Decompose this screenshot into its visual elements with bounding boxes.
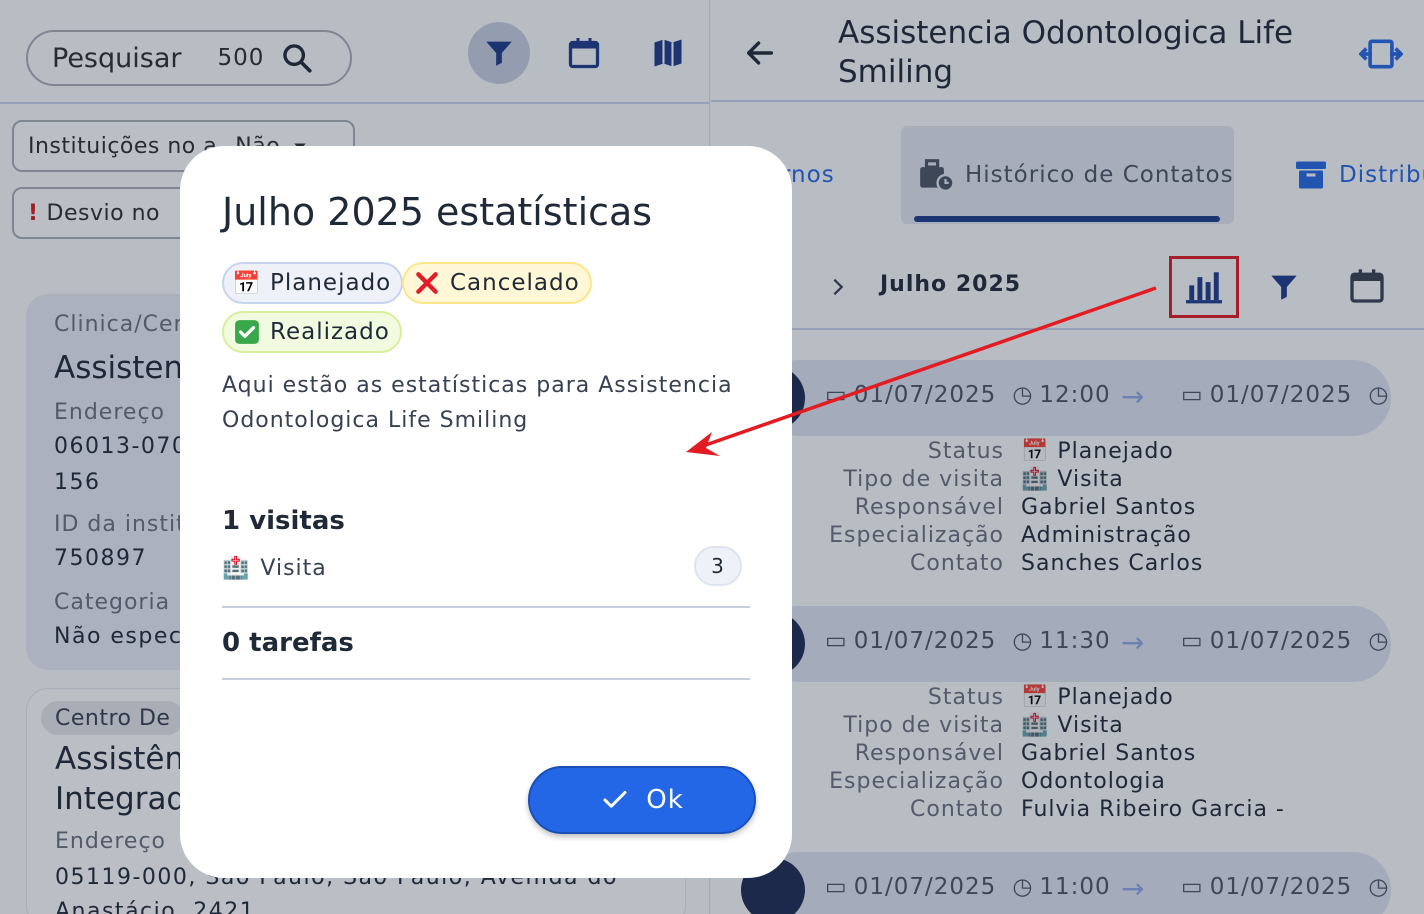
- ok-button[interactable]: Ok: [528, 766, 756, 834]
- section-divider: [222, 678, 750, 680]
- visit-type-label: Visita: [260, 555, 327, 581]
- section-divider: [222, 606, 750, 608]
- planned-badge-label: Planejado: [270, 270, 392, 296]
- calendar-emoji-icon: 📅: [232, 270, 262, 297]
- visits-header: 1 visitas: [222, 506, 345, 536]
- planned-badge: 📅 Planejado: [222, 262, 404, 304]
- cancelled-badge: Cancelado: [402, 262, 592, 304]
- dialog-title: Julho 2025 estatísticas: [222, 190, 653, 234]
- done-badge-label: Realizado: [270, 319, 390, 345]
- ok-button-label: Ok: [646, 785, 684, 815]
- cross-mark-icon: [416, 272, 438, 294]
- visit-type-row: 🏥 Visita 3: [222, 546, 742, 588]
- hospital-icon: 🏥: [222, 555, 251, 581]
- dialog-description: Aqui estão as estatísticas para Assisten…: [222, 373, 733, 433]
- cancelled-badge-label: Cancelado: [450, 270, 580, 296]
- tasks-header: 0 tarefas: [222, 628, 354, 658]
- check-mark-icon: [235, 320, 259, 344]
- visit-count-badge: 3: [694, 546, 742, 586]
- done-badge: Realizado: [222, 311, 402, 353]
- check-icon: [603, 791, 627, 808]
- statistics-dialog: Julho 2025 estatísticas 📅 Planejado Canc…: [180, 146, 792, 878]
